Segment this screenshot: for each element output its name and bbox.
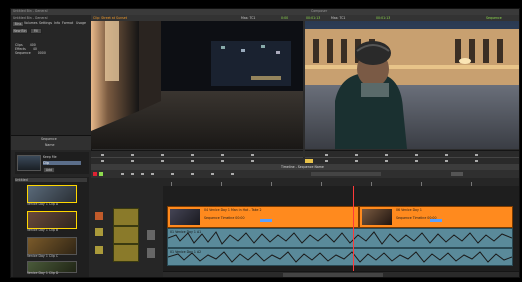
source-monitor[interactable] [91,21,303,149]
video-clip-2-title: 06 Venice Day 1 [396,208,422,212]
source-readout[interactable]: Mas: TC1 [241,16,255,20]
sequence-header: Sequence Name [11,135,91,150]
source-image [91,21,303,149]
editor-window: Untitled Bin - General Composer Untitled… [10,8,520,278]
source-timecode: 00:01:13 [306,16,321,20]
fill-button[interactable]: Fill [30,28,42,34]
clip-thumbnail [27,185,77,203]
video-clip-1-marker [260,219,272,222]
clip-thumbnail [27,211,77,229]
tab-volumes[interactable]: Volumes [24,21,38,25]
record-image [305,21,519,149]
audio-waveform-1 [168,231,512,245]
track-a2-patch[interactable] [113,244,139,262]
record-controls [305,150,519,165]
video-clip-2-thumbnail [362,209,392,225]
video-clip-1-title: 04 Venice Day 1 Man in Hat - Take 2 [204,208,262,212]
source-readout-value: 0:00 [281,16,289,20]
add-button[interactable]: Add [43,167,55,173]
clip-item[interactable]: Venice Day 1 Clip A [27,185,77,207]
video-clip-1-thumbnail [170,209,200,225]
timeline-tool-icons[interactable] [91,170,519,178]
tab-settings[interactable]: Settings [39,21,52,25]
clip-item[interactable]: Venice Day 1 Clip C [27,237,77,259]
bin-tabs: Bins Volumes Settings Info Format Usage [12,21,90,27]
tab-bins[interactable]: Bins [12,21,24,27]
record-readout[interactable]: Mas: TC1 [331,16,345,20]
track-patch-panel [91,186,164,277]
tab-format[interactable]: Format [62,21,73,25]
record-transport-icons[interactable] [305,151,519,165]
timeline-scrollbar[interactable] [163,271,519,277]
track-select-a1[interactable] [147,230,155,240]
sequence-header-label: Sequence [41,137,57,141]
new-bin-button[interactable]: New Bin [12,28,28,34]
clip-label: Venice Day 1 Clip D [27,271,59,275]
property-sequence: Sequence 0000 [15,51,87,55]
playhead[interactable] [353,186,354,277]
track-a1-source[interactable] [95,228,103,236]
video-clip-1[interactable]: 04 Venice Day 1 Man in Hat - Take 2 Sequ… [167,206,359,228]
tracks-area: 04 Venice Day 1 Man in Hat - Take 2 Sequ… [163,186,519,277]
record-monitor[interactable] [305,21,519,149]
video-clip-2-marker [430,219,442,222]
property-list: Clips 400 Effects 40 Sequence 0000 [15,43,87,55]
record-timecode: 00:01:13 [376,16,391,20]
clip-thumbnail [27,237,77,255]
preview-selection[interactable]: Clip [43,161,81,165]
clip-list: Untitled Venice Day 1 Clip A Venice Day … [13,177,89,277]
video-clip-1-sub: Sequence Timeline 00:00 [204,216,245,220]
property-value: 0000 [37,51,46,55]
source-transport-icons[interactable] [91,151,303,165]
bin-buttons: New Bin Fill [12,28,90,34]
audio-clip-2[interactable]: 01 Venice Day 1 A2 [167,248,513,266]
property-label: Sequence [15,51,31,55]
source-controls [91,150,303,165]
bin-preview: Keep Me Clip Add [15,152,89,174]
composer-title: Composer [311,9,328,13]
clip-label: Venice Day 1 Clip B [27,228,59,232]
clip-item[interactable]: Venice Day 1 Clip B [27,211,77,233]
sequence-header-name: Name [45,143,55,147]
tab-usage[interactable]: Usage [76,21,86,25]
ruler-ticks [171,182,472,186]
track-a2-source[interactable] [95,246,103,254]
clip-label: Venice Day 1 Clip A [27,202,59,206]
source-clip-name[interactable]: Clip: Street at Sunset [93,16,127,20]
project-panel: Untitled Bin - General Bins Volumes Sett… [11,15,92,277]
clip-item[interactable]: Venice Day 1 Clip D [27,261,77,275]
video-clip-2[interactable]: 06 Venice Day 1 Sequence Timeline 00:00 [359,206,513,228]
audio-waveform-2 [168,251,512,263]
tab-info[interactable]: Info [54,21,60,25]
bin-panel-title: Untitled Bin - General [13,16,48,20]
clip-list-header: Untitled [15,178,87,182]
timeline-scroll-thumb[interactable] [283,273,383,277]
track-a1-patch[interactable] [113,226,139,244]
preview-label: Keep Me [43,155,57,159]
window-title: Untitled Bin - General [13,9,48,13]
clip-label: Venice Day 1 Clip C [27,254,59,258]
record-sequence-label: Sequence [486,16,502,20]
timeline-title: Timeline - Sequence Name [281,165,324,169]
audio-clip-1[interactable]: 01 Venice Day 1 A1 [167,228,513,248]
track-select-a2[interactable] [147,248,155,258]
track-v1-patch[interactable] [113,208,139,226]
preview-thumbnail[interactable] [17,155,41,171]
track-v1-source[interactable] [95,212,103,220]
